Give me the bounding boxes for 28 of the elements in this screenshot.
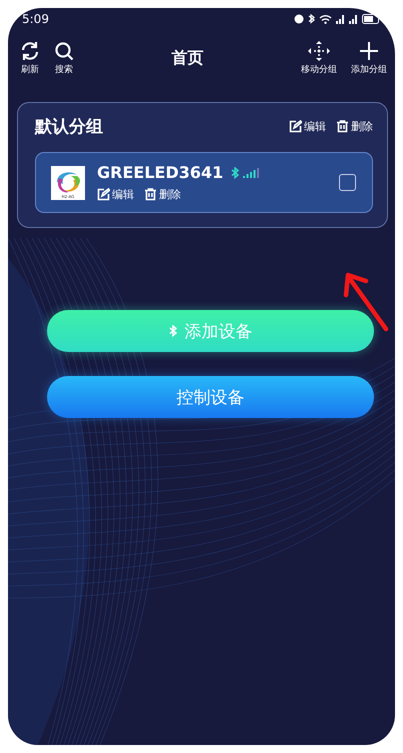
device-checkbox[interactable] [339,174,356,191]
page-title: 首页 [172,48,204,68]
bluetooth-signal-icon [231,166,262,178]
move-button[interactable]: 移动分组 [301,40,337,76]
device-name: GREELED3641 [97,163,224,182]
wifi-icon [319,14,332,24]
signal-icon [349,14,358,24]
battery-icon [362,14,379,24]
search-button[interactable]: 搜索 [54,40,74,76]
edit-icon [289,120,302,133]
edit-button[interactable]: 编辑 [289,119,326,134]
status-time: 5:09 [22,12,49,26]
delete-button[interactable]: 删除 [144,187,181,202]
trash-icon [336,120,349,133]
bluetooth-icon [168,325,176,337]
refresh-icon [20,40,40,60]
edit-button[interactable]: 编辑 [97,187,134,202]
move-icon [308,40,330,60]
add-button[interactable]: 添加分组 [351,40,387,76]
refresh-button[interactable]: 刷新 [20,40,40,76]
add-icon [359,40,379,60]
signal-icon [336,14,345,24]
search-icon [54,40,74,60]
trash-icon [144,188,157,201]
bluetooth-icon [308,14,315,24]
edit-icon [97,188,110,201]
group-title: 默认分组 [35,116,103,138]
delete-button[interactable]: 删除 [336,119,373,134]
